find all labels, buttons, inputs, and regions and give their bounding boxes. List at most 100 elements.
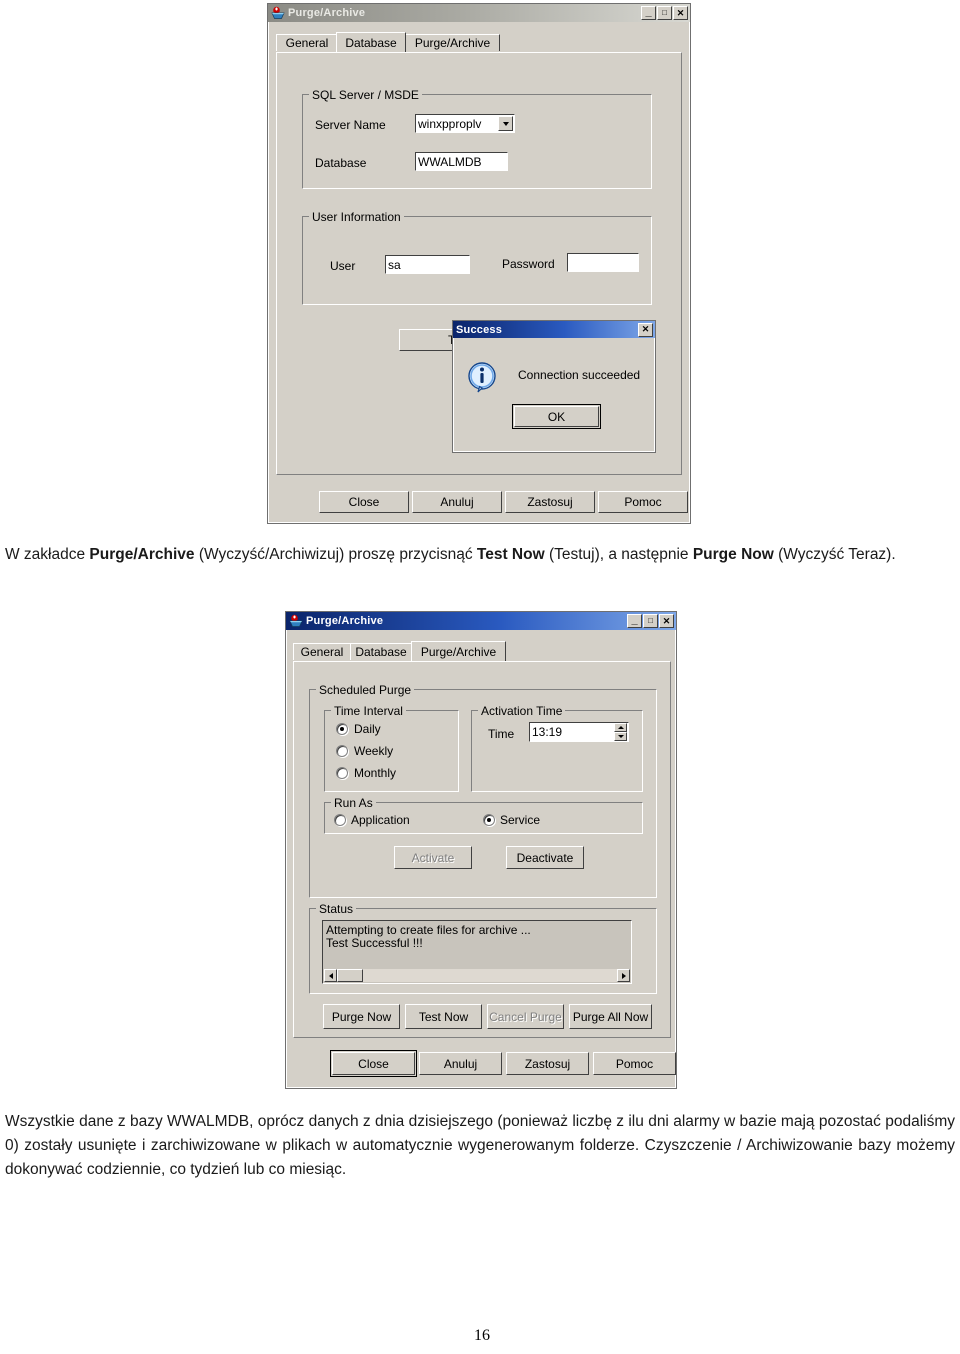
- info-icon: [466, 361, 498, 393]
- spinner-up-icon[interactable]: [614, 723, 627, 732]
- purge-all-now-button[interactable]: Purge All Now: [569, 1004, 652, 1029]
- database-input[interactable]: WWALMDB: [415, 152, 508, 171]
- group-time-interval: Time Interval Daily Weekly Monthly: [324, 704, 459, 792]
- footer-zastosuj-button[interactable]: Zastosuj: [506, 1052, 589, 1075]
- status-listbox[interactable]: Attempting to create files for archive .…: [322, 920, 632, 984]
- footer-pomoc-button[interactable]: Pomoc: [598, 491, 688, 513]
- group-scheduled-purge-legend: Scheduled Purge: [316, 683, 415, 697]
- tab-general[interactable]: General: [293, 643, 351, 660]
- dialog-purge-archive-tab[interactable]: Purge/Archive _ □ ✕ General Database Pur…: [285, 611, 677, 1089]
- label-user: User: [330, 259, 356, 273]
- titlebar-success-dialog[interactable]: Success ✕: [453, 321, 655, 338]
- user-value: sa: [388, 257, 401, 272]
- cancel-purge-button[interactable]: Cancel Purge: [487, 1004, 564, 1029]
- close-icon[interactable]: ✕: [673, 6, 688, 20]
- spinner-down-icon[interactable]: [614, 732, 627, 741]
- maximize-icon[interactable]: □: [657, 6, 672, 20]
- maximize-icon[interactable]: □: [643, 614, 658, 628]
- deactivate-button[interactable]: Deactivate: [506, 846, 584, 869]
- chevron-down-icon[interactable]: [498, 116, 513, 131]
- paragraph-top-run-6: (Wyczyść Teraz).: [773, 546, 896, 563]
- dialog-success[interactable]: Success ✕ Connection succeeded OK: [452, 320, 656, 453]
- status-hscrollbar[interactable]: [324, 969, 630, 982]
- paragraph-top: W zakładce Purge/Archive (Wyczyść/Archiw…: [5, 543, 957, 567]
- footer-anuluj-button[interactable]: Anuluj: [412, 491, 502, 513]
- minimize-icon[interactable]: _: [641, 6, 656, 20]
- radio-monthly[interactable]: [336, 767, 348, 779]
- password-input[interactable]: [567, 253, 639, 272]
- label-monthly: Monthly: [354, 766, 397, 780]
- minimize-icon[interactable]: _: [627, 614, 642, 628]
- tab-general[interactable]: General: [276, 34, 338, 51]
- tab-database[interactable]: Database: [336, 32, 406, 52]
- activate-button-label: Activate: [411, 850, 455, 865]
- titlebar-purge-dialog[interactable]: Purge/Archive _ □ ✕: [286, 612, 676, 630]
- group-run-as: Run As Application Service: [324, 796, 643, 834]
- scrollbar-track[interactable]: [363, 969, 617, 982]
- paragraph-top-run-3: Test Now: [476, 546, 545, 563]
- server-name-value: winxpproplv: [418, 116, 482, 131]
- footer-close-button[interactable]: Close: [330, 1050, 417, 1077]
- user-input[interactable]: sa: [385, 255, 470, 274]
- label-application: Application: [351, 813, 410, 827]
- footer-pomoc-button[interactable]: Pomoc: [593, 1052, 676, 1075]
- label-server-name: Server Name: [315, 118, 386, 132]
- paragraph-top-run-0: W zakładce: [5, 546, 90, 563]
- group-user-information-legend: User Information: [309, 210, 404, 224]
- group-time-interval-legend: Time Interval: [331, 704, 406, 718]
- footer-zastosuj-button[interactable]: Zastosuj: [505, 491, 595, 513]
- titlebar-buttons: _ □ ✕: [641, 6, 688, 20]
- radio-service[interactable]: [483, 814, 495, 826]
- group-status: Status Attempting to create files for ar…: [309, 902, 657, 994]
- paragraph-top-run-4: (Testuj), a następnie: [544, 546, 693, 563]
- tab-panel-purge-archive: Scheduled Purge Time Interval Daily Week…: [293, 661, 671, 1038]
- database-value: WWALMDB: [418, 154, 482, 169]
- time-value: 13:19: [532, 725, 563, 739]
- label-time: Time: [488, 727, 515, 741]
- tabstrip-purge-dialog: General Database Purge/Archive: [293, 641, 671, 662]
- scroll-left-icon[interactable]: [324, 969, 337, 982]
- footer-anuluj-button[interactable]: Anuluj: [419, 1052, 502, 1075]
- group-activation-time-legend: Activation Time: [478, 704, 566, 718]
- purge-now-button[interactable]: Purge Now: [323, 1004, 400, 1029]
- tab-purge-archive[interactable]: Purge/Archive: [411, 641, 506, 661]
- radio-application[interactable]: [334, 814, 346, 826]
- label-service: Service: [500, 813, 541, 827]
- window-title: Purge/Archive: [306, 615, 384, 627]
- success-message: Connection succeeded: [518, 368, 641, 382]
- server-name-combo[interactable]: winxpproplv: [415, 114, 515, 133]
- scroll-right-icon[interactable]: [617, 969, 630, 982]
- tab-purge-archive[interactable]: Purge/Archive: [405, 34, 500, 51]
- paragraph-bottom: Wszystkie dane z bazy WWALMDB, oprócz da…: [5, 1110, 955, 1182]
- deactivate-button-label: Deactivate: [516, 850, 574, 865]
- radio-daily[interactable]: [336, 723, 348, 735]
- radio-weekly[interactable]: [336, 745, 348, 757]
- test-now-button[interactable]: Test Now: [405, 1004, 482, 1029]
- footer-close-button[interactable]: Close: [319, 491, 409, 513]
- page-number: 16: [474, 1327, 490, 1344]
- success-ok-button[interactable]: OK: [512, 404, 601, 429]
- paragraph-top-run-2: (Wyczyść/Archiwizuj) proszę przycisnąć: [194, 546, 477, 563]
- group-status-legend: Status: [316, 902, 357, 916]
- paragraph-top-run-1: Purge/Archive: [89, 546, 195, 563]
- tab-database[interactable]: Database: [350, 643, 412, 660]
- label-weekly: Weekly: [354, 744, 394, 758]
- close-icon[interactable]: ✕: [659, 614, 674, 628]
- label-password: Password: [502, 257, 555, 271]
- success-ok-label: OK: [547, 409, 566, 424]
- group-activation-time: Activation Time Time 13:19: [471, 704, 643, 792]
- close-icon[interactable]: ✕: [638, 322, 653, 337]
- group-run-as-legend: Run As: [331, 796, 376, 810]
- label-daily: Daily: [354, 722, 381, 736]
- group-sql-server: SQL Server / MSDE Server Name winxppropl…: [302, 88, 652, 189]
- titlebar-database-dialog[interactable]: Purge/Archive _ □ ✕: [268, 4, 690, 22]
- time-spinner[interactable]: [614, 723, 627, 741]
- scrollbar-thumb[interactable]: [337, 969, 363, 982]
- group-user-information: User Information User sa Password: [302, 210, 652, 305]
- paragraph-top-run-5: Purge Now: [692, 546, 774, 563]
- activate-button[interactable]: Activate: [394, 846, 472, 869]
- status-line: Test Successful !!!: [326, 936, 423, 950]
- label-database: Database: [315, 156, 367, 170]
- app-icon: [271, 6, 285, 20]
- group-scheduled-purge: Scheduled Purge Time Interval Daily Week…: [309, 683, 657, 898]
